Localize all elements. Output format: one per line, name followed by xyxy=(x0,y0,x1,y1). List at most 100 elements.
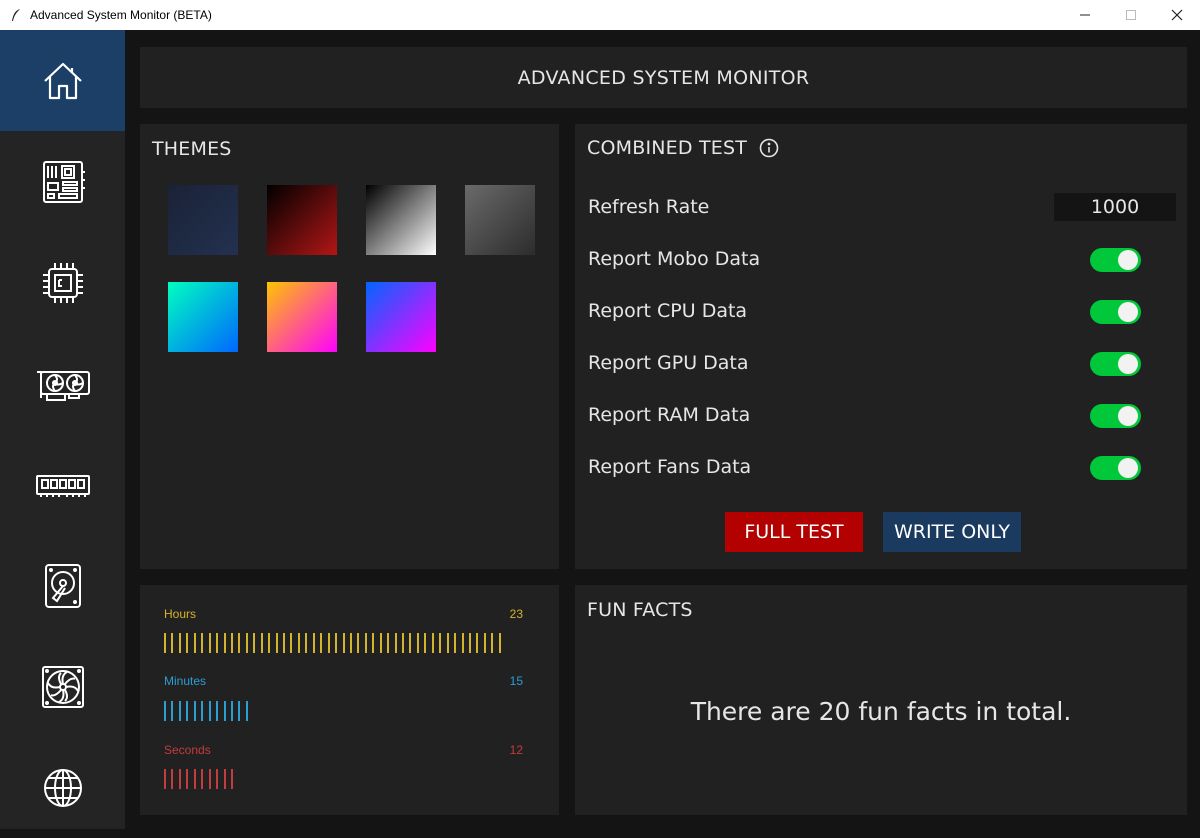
toggle-knob xyxy=(1118,406,1138,426)
tick-mark xyxy=(260,633,263,653)
tick-mark xyxy=(349,633,352,653)
tick-mark xyxy=(223,633,226,653)
home-icon xyxy=(43,62,82,99)
tick-mark xyxy=(364,633,367,653)
page-title: ADVANCED SYSTEM MONITOR xyxy=(517,66,810,89)
tick-mark xyxy=(230,633,233,653)
report-cpu-label: Report CPU Data xyxy=(588,300,748,322)
refresh-rate-input[interactable]: 1000 xyxy=(1054,193,1176,221)
tick-mark xyxy=(208,633,211,653)
seconds-tick-bar xyxy=(164,769,238,789)
hours-tick-bar xyxy=(164,633,506,653)
tick-mark xyxy=(446,633,449,653)
tick-mark xyxy=(245,701,248,721)
theme-swatch-cyan-blue[interactable] xyxy=(168,282,238,352)
tick-mark xyxy=(223,701,226,721)
sidebar-item-ram[interactable] xyxy=(0,434,125,535)
feather-icon xyxy=(10,8,24,22)
tick-mark xyxy=(491,633,494,653)
tick-mark xyxy=(178,633,181,653)
theme-swatch-navy[interactable] xyxy=(168,185,238,255)
report-ram-label: Report RAM Data xyxy=(588,404,751,426)
theme-swatch-orange-magenta[interactable] xyxy=(267,282,337,352)
tick-mark xyxy=(290,633,293,653)
tick-mark xyxy=(268,633,271,653)
tick-mark xyxy=(178,769,181,789)
tick-mark xyxy=(327,633,330,653)
report-gpu-toggle[interactable] xyxy=(1090,352,1141,376)
hours-value: 23 xyxy=(509,607,523,621)
combined-test-title: COMBINED TEST xyxy=(587,137,748,159)
motherboard-icon xyxy=(42,160,85,203)
report-mobo-label: Report Mobo Data xyxy=(588,248,761,270)
sidebar xyxy=(0,30,125,829)
tick-mark xyxy=(476,633,479,653)
tick-mark xyxy=(387,633,390,653)
hours-label: Hours xyxy=(164,607,197,621)
sidebar-item-storage[interactable] xyxy=(0,535,125,636)
minutes-tick-bar xyxy=(164,701,253,721)
tick-mark xyxy=(454,633,457,653)
theme-swatch-blue-magenta[interactable] xyxy=(366,282,436,352)
info-icon[interactable] xyxy=(759,138,779,158)
tick-mark xyxy=(171,701,174,721)
tick-mark xyxy=(394,633,397,653)
seconds-value: 12 xyxy=(509,743,523,757)
tick-mark xyxy=(305,633,308,653)
minimize-button[interactable] xyxy=(1062,0,1108,30)
toggle-knob xyxy=(1118,354,1138,374)
sidebar-item-gpu[interactable] xyxy=(0,333,125,434)
report-mobo-toggle[interactable] xyxy=(1090,248,1141,272)
report-fans-label: Report Fans Data xyxy=(588,456,752,478)
themes-title: THEMES xyxy=(152,138,232,160)
sidebar-item-network[interactable] xyxy=(0,737,125,838)
report-fans-toggle[interactable] xyxy=(1090,456,1141,480)
theme-swatch-gray[interactable] xyxy=(465,185,535,255)
tick-mark xyxy=(186,633,189,653)
combined-test-title-row: COMBINED TEST xyxy=(587,137,779,159)
themes-panel: THEMES xyxy=(140,124,559,569)
maximize-button[interactable] xyxy=(1108,0,1154,30)
full-test-button[interactable]: FULL TEST xyxy=(725,512,863,552)
tick-mark xyxy=(193,769,196,789)
uptime-panel: Hours 23 Minutes 15 Seconds 12 xyxy=(140,585,559,815)
tick-mark xyxy=(402,633,404,653)
report-cpu-toggle[interactable] xyxy=(1090,300,1141,324)
tick-mark xyxy=(193,701,196,721)
theme-swatch-black-white[interactable] xyxy=(366,185,436,255)
tick-mark xyxy=(297,633,300,653)
seconds-label: Seconds xyxy=(164,743,211,757)
tick-mark xyxy=(171,769,174,789)
ram-icon xyxy=(35,474,90,497)
tick-mark xyxy=(238,701,241,721)
report-gpu-label: Report GPU Data xyxy=(588,352,749,374)
report-ram-toggle[interactable] xyxy=(1090,404,1141,428)
tick-mark xyxy=(424,633,427,653)
sidebar-item-cpu[interactable] xyxy=(0,232,125,333)
tick-mark xyxy=(208,701,211,721)
tick-mark xyxy=(230,769,233,789)
header-panel: ADVANCED SYSTEM MONITOR xyxy=(140,47,1187,108)
tick-mark xyxy=(164,769,166,789)
tick-mark xyxy=(208,769,211,789)
tick-mark xyxy=(461,633,464,653)
write-only-button[interactable]: WRITE ONLY xyxy=(883,512,1021,552)
gpu-icon xyxy=(36,370,90,401)
sidebar-item-motherboard[interactable] xyxy=(0,131,125,232)
hard-drive-icon xyxy=(44,563,81,608)
tick-mark xyxy=(216,633,219,653)
tick-mark xyxy=(238,633,241,653)
minutes-value: 15 xyxy=(509,674,523,688)
close-button[interactable] xyxy=(1154,0,1200,30)
tick-mark xyxy=(216,701,219,721)
tick-mark xyxy=(342,633,345,653)
tick-mark xyxy=(312,633,315,653)
fan-icon xyxy=(41,665,84,708)
sidebar-item-fans[interactable] xyxy=(0,636,125,737)
tick-mark xyxy=(275,633,278,653)
tick-mark xyxy=(201,701,204,721)
tick-mark xyxy=(439,633,442,653)
theme-swatch-black-red[interactable] xyxy=(267,185,337,255)
sidebar-item-home[interactable] xyxy=(0,30,125,131)
tick-mark xyxy=(416,633,419,653)
